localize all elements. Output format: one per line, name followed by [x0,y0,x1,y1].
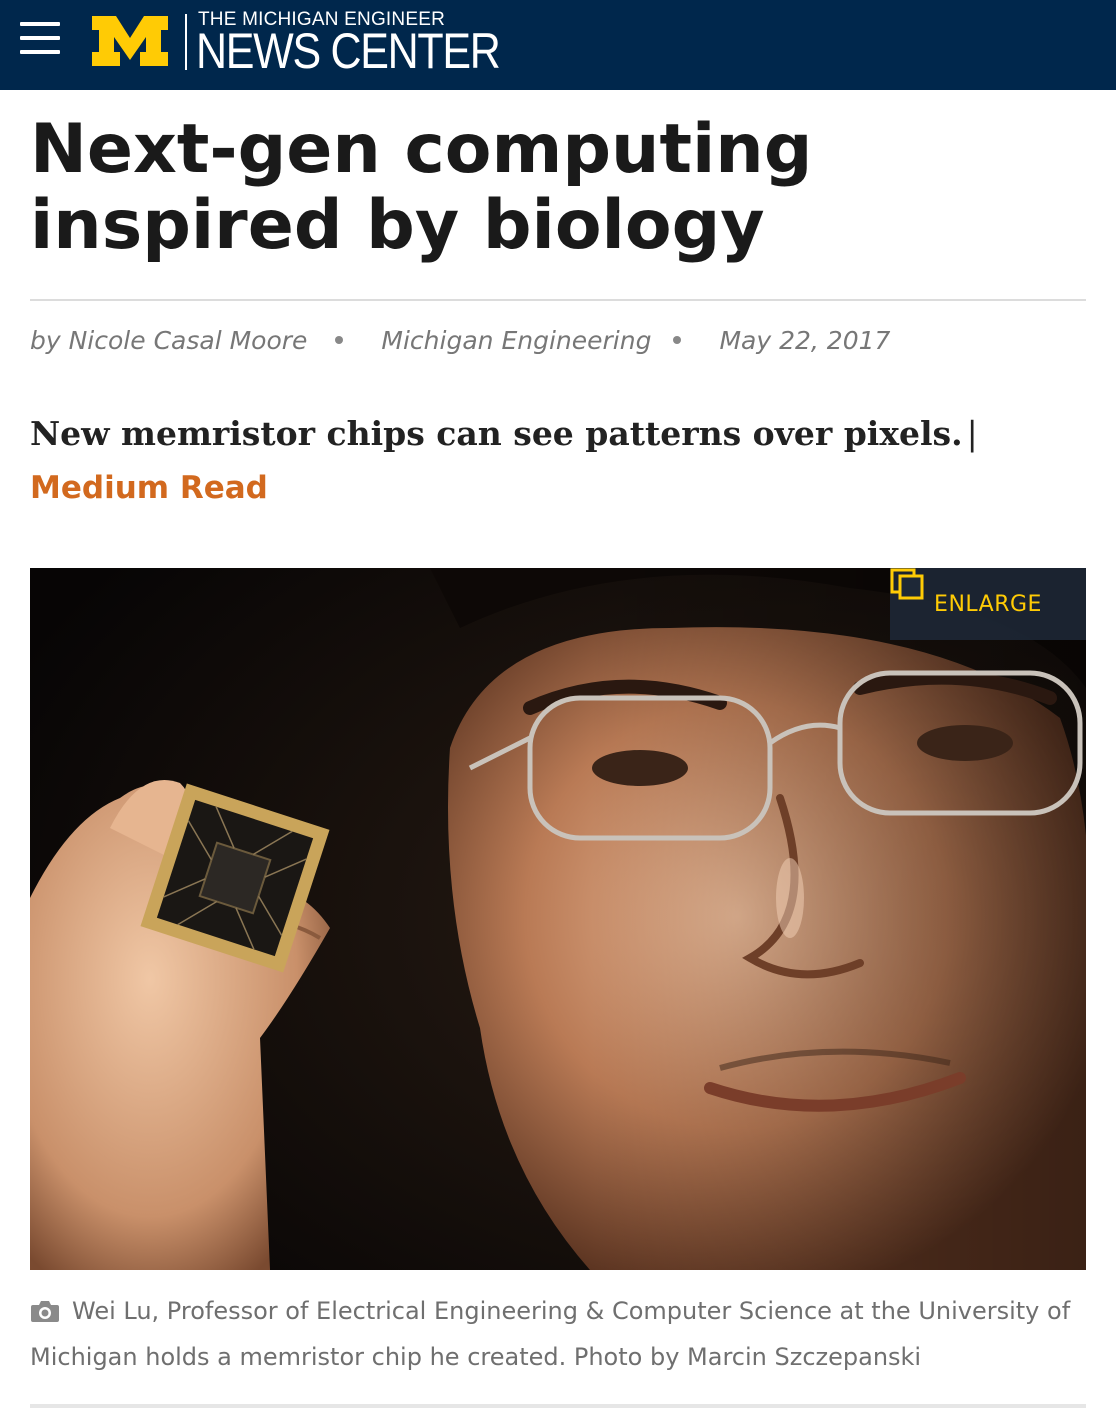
brand-title[interactable]: NEWS CENTER [196,22,501,80]
site-header: THE MICHIGAN ENGINEER NEWS CENTER [0,0,1116,90]
article-subtitle: New memristor chips can see patterns ove… [30,414,978,453]
byline-source[interactable]: Michigan Engineering [381,326,651,355]
subtitle-text: New memristor chips can see patterns ove… [30,414,963,453]
hamburger-menu-icon[interactable] [20,22,60,56]
subtitle-separator: | [966,414,978,453]
byline-separator-dot [673,336,682,344]
article-title: Next-gen computing inspired by biology [30,110,813,265]
byline-author[interactable]: by Nicole Casal Moore [30,326,307,355]
enlarge-button[interactable]: ENLARGE [890,568,1086,640]
byline-date: May 22, 2017 [719,325,891,355]
byline-separator-dot [335,336,344,344]
caption-text: Wei Lu, Professor of Electrical Engineer… [30,1297,1071,1371]
footer-divider [30,1404,1086,1408]
photo-illustration [30,568,1086,1270]
logo-divider [185,14,187,70]
title-divider [30,299,1086,301]
article-photo[interactable]: ENLARGE [30,568,1086,1270]
photo-caption: Wei Lu, Professor of Electrical Engineer… [30,1290,1090,1378]
camera-icon [30,1294,60,1336]
block-m-logo[interactable] [90,10,170,70]
byline: by Nicole Casal Moore Michigan Engineeri… [30,320,890,360]
enlarge-label: ENLARGE [934,591,1042,617]
read-time-label: Medium Read [30,470,268,506]
enlarge-icon [890,568,924,600]
